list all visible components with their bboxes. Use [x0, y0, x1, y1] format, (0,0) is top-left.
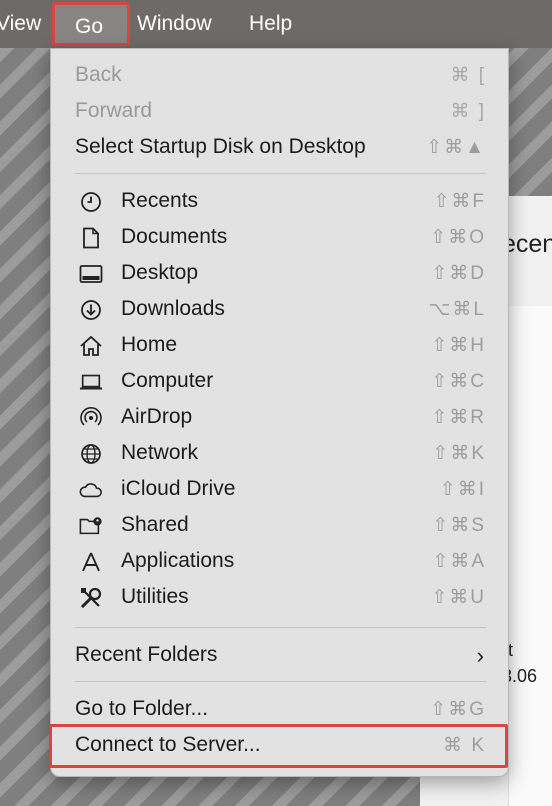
- menu-item-label: Shared: [121, 513, 189, 536]
- menu-item-home[interactable]: Home ⇧⌘H: [51, 327, 510, 363]
- menu-item-shortcut: ⇧⌘O: [430, 227, 486, 248]
- menu-item-shortcut: ⇧⌘K: [432, 443, 486, 464]
- shared-folder-icon: [79, 514, 103, 538]
- menu-item-label: Network: [121, 441, 199, 464]
- menu-item-utilities[interactable]: Utilities ⇧⌘U: [51, 579, 510, 615]
- menu-item-go-to-folder[interactable]: Go to Folder... ⇧⌘G: [51, 691, 510, 727]
- laptop-icon: [79, 370, 103, 394]
- menu-item-label: Desktop: [121, 261, 199, 284]
- menu-item-label: Go to Folder...: [75, 697, 209, 720]
- menu-item-label: Applications: [121, 549, 235, 572]
- menu-item-shortcut: ⇧⌘C: [431, 371, 486, 392]
- menu-item-label: Recent Folders: [75, 643, 218, 666]
- menu-item-forward[interactable]: Forward ⌘ ]: [51, 93, 510, 129]
- menu-item-label: Utilities: [121, 585, 189, 608]
- menu-item-label: Back: [75, 63, 122, 86]
- menu-help[interactable]: Help: [249, 12, 292, 36]
- menu-item-computer[interactable]: Computer ⇧⌘C: [51, 363, 510, 399]
- menu-item-shortcut: ⇧⌘G: [430, 699, 486, 720]
- menu-item-shortcut: ⇧⌘S: [432, 515, 486, 536]
- menu-separator: [75, 627, 486, 628]
- menu-item-downloads[interactable]: Downloads ⌥⌘L: [51, 291, 510, 327]
- menu-item-airdrop[interactable]: AirDrop ⇧⌘R: [51, 399, 510, 435]
- menu-item-label: Select Startup Disk on Desktop: [75, 135, 366, 158]
- menu-item-shortcut: ⌘ ]: [450, 101, 486, 122]
- menu-item-shortcut: ⇧⌘I: [439, 479, 486, 500]
- menu-item-shortcut: ⌥⌘L: [428, 299, 486, 320]
- menu-item-shortcut: ⇧⌘D: [431, 263, 486, 284]
- applications-icon: [79, 550, 103, 574]
- menu-item-shortcut: ⌘ [: [450, 65, 486, 86]
- desktop-icon: [79, 262, 103, 286]
- menu-item-shortcut: ⇧⌘R: [431, 407, 486, 428]
- cloud-icon: [79, 478, 103, 502]
- menu-item-select-startup-disk[interactable]: Select Startup Disk on Desktop ⇧⌘▲: [51, 129, 510, 165]
- go-menu-dropdown: Back ⌘ [ Forward ⌘ ] Select Startup Disk…: [49, 48, 510, 777]
- menu-item-label: Documents: [121, 225, 228, 248]
- menu-item-recent-folders[interactable]: Recent Folders ›: [51, 637, 510, 673]
- menu-item-shortcut: ⇧⌘F: [433, 191, 486, 212]
- menu-item-shortcut: ⇧⌘H: [431, 335, 486, 356]
- chevron-right-icon: ›: [476, 643, 484, 668]
- menu-item-shortcut: ⇧⌘▲: [426, 137, 486, 158]
- download-icon: [79, 298, 103, 322]
- menu-item-icloud-drive[interactable]: iCloud Drive ⇧⌘I: [51, 471, 510, 507]
- globe-icon: [79, 442, 103, 466]
- menu-item-shortcut: ⇧⌘U: [431, 587, 486, 608]
- menu-item-label: Downloads: [121, 297, 225, 320]
- menu-item-network[interactable]: Network ⇧⌘K: [51, 435, 510, 471]
- menu-item-desktop[interactable]: Desktop ⇧⌘D: [51, 255, 510, 291]
- menu-item-label: Home: [121, 333, 178, 356]
- menu-item-shared[interactable]: Shared ⇧⌘S: [51, 507, 510, 543]
- menu-item-label: Forward: [75, 99, 153, 122]
- menu-separator: [75, 173, 486, 174]
- home-icon: [79, 334, 103, 358]
- menu-item-recents[interactable]: Recents ⇧⌘F: [51, 183, 510, 219]
- menu-item-applications[interactable]: Applications ⇧⌘A: [51, 543, 510, 579]
- menu-view[interactable]: View: [0, 12, 41, 36]
- menu-item-label: Computer: [121, 369, 214, 392]
- menu-window[interactable]: Window: [137, 12, 212, 36]
- utilities-icon: [79, 586, 103, 610]
- menu-item-label: Recents: [121, 189, 199, 212]
- highlight-connect-to-server: [49, 724, 508, 768]
- menu-item-label: AirDrop: [121, 405, 193, 428]
- finder-content-pane: [508, 306, 552, 806]
- airdrop-icon: [79, 406, 103, 430]
- document-icon: [79, 226, 103, 250]
- menu-item-label: iCloud Drive: [121, 477, 236, 500]
- menu-go[interactable]: Go: [52, 2, 130, 46]
- menu-go-label: Go: [75, 15, 104, 38]
- clock-icon: [79, 190, 103, 214]
- menu-item-shortcut: ⇧⌘A: [432, 551, 486, 572]
- menu-separator: [75, 681, 486, 682]
- menu-item-documents[interactable]: Documents ⇧⌘O: [51, 219, 510, 255]
- menu-item-back[interactable]: Back ⌘ [: [51, 57, 510, 93]
- menu-bar: View Go Window Help: [0, 0, 552, 48]
